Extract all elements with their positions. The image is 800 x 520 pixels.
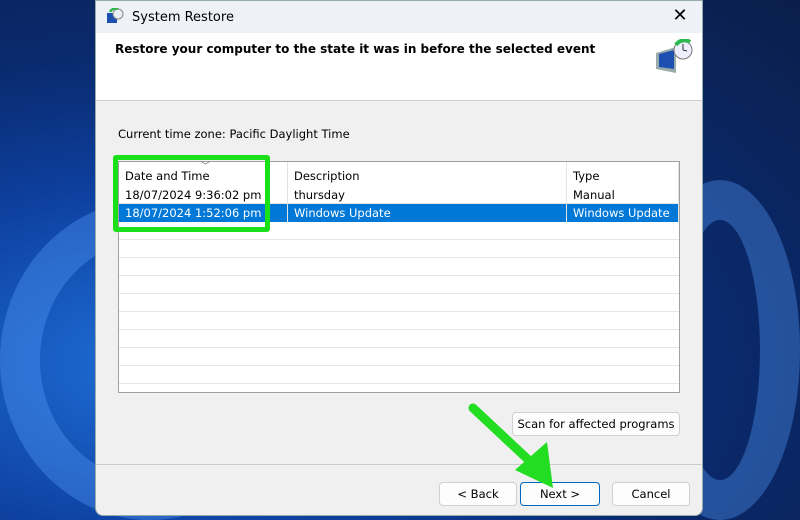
row-type: Windows Update (567, 204, 679, 222)
divider (96, 464, 702, 465)
system-restore-dialog: System Restore ✕ Restore your computer t… (95, 0, 703, 516)
dialog-header: Restore your computer to the state it wa… (96, 33, 702, 101)
column-header-description[interactable]: Description (288, 162, 567, 186)
row-description: thursday (288, 186, 567, 204)
close-button[interactable]: ✕ (668, 5, 692, 27)
system-restore-icon (106, 7, 124, 26)
highlight-box (113, 155, 270, 232)
cancel-button[interactable]: Cancel (612, 482, 690, 506)
page-title: Restore your computer to the state it wa… (115, 42, 596, 56)
row-description: Windows Update (288, 204, 567, 222)
system-restore-large-icon (652, 38, 696, 79)
green-arrow-icon (468, 403, 553, 488)
window-title: System Restore (132, 9, 234, 25)
title-bar: System Restore ✕ (96, 1, 702, 33)
row-type: Manual (567, 186, 679, 204)
timezone-label: Current time zone: Pacific Daylight Time (118, 127, 350, 141)
column-header-type[interactable]: Type (567, 162, 679, 186)
